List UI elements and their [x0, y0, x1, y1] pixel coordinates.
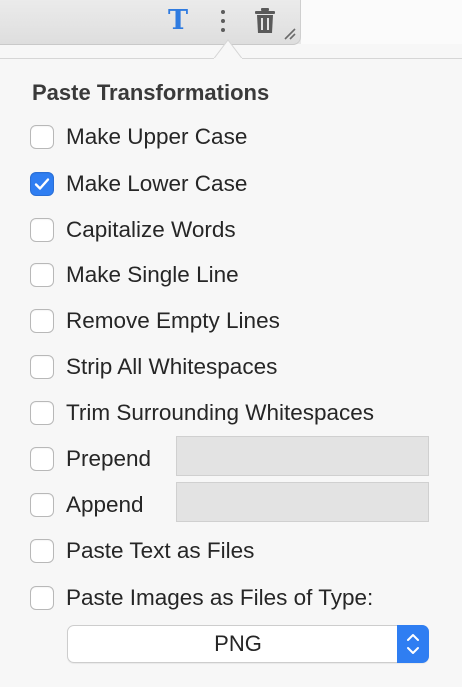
option-label: Make Lower Case: [66, 171, 248, 196]
option-remove-empty-lines[interactable]: Remove Empty Lines: [30, 306, 280, 336]
image-type-select[interactable]: PNG: [67, 625, 429, 663]
popover-arrow: [214, 39, 242, 60]
select-stepper[interactable]: [397, 625, 429, 663]
trash-icon[interactable]: [252, 7, 278, 35]
chevron-up-down-icon: [407, 634, 419, 654]
paste-text-as-files-checkbox[interactable]: [30, 539, 54, 563]
append-input[interactable]: [176, 482, 429, 522]
option-prepend[interactable]: Prepend: [30, 444, 151, 474]
option-label: Strip All Whitespaces: [66, 354, 278, 379]
append-checkbox[interactable]: [30, 493, 54, 517]
capitalize-words-checkbox[interactable]: [30, 218, 54, 242]
prepend-checkbox[interactable]: [30, 447, 54, 471]
option-strip-all-whitespaces[interactable]: Strip All Whitespaces: [30, 352, 277, 382]
option-trim-surrounding-whitespaces[interactable]: Trim Surrounding Whitespaces: [30, 398, 374, 428]
checkmark-icon: [34, 178, 50, 190]
option-make-single-line[interactable]: Make Single Line: [30, 260, 239, 290]
make-lower-case-checkbox[interactable]: [30, 172, 54, 196]
strip-all-whitespaces-checkbox[interactable]: [30, 355, 54, 379]
option-append[interactable]: Append: [30, 490, 144, 520]
option-capitalize-words[interactable]: Capitalize Words: [30, 215, 236, 245]
make-single-line-checkbox[interactable]: [30, 263, 54, 287]
section-title: Paste Transformations: [32, 80, 270, 105]
option-label: Make Single Line: [66, 262, 239, 287]
make-upper-case-checkbox[interactable]: [30, 125, 54, 149]
option-label: Paste Images as Files of Type:: [66, 585, 374, 610]
resize-grip-icon[interactable]: [283, 28, 297, 40]
option-label: Append: [66, 492, 144, 517]
option-paste-images-as-files[interactable]: Paste Images as Files of Type:: [30, 583, 373, 613]
text-format-icon[interactable]: T: [168, 6, 188, 36]
option-label: Trim Surrounding Whitespaces: [66, 400, 375, 425]
remove-empty-lines-checkbox[interactable]: [30, 309, 54, 333]
option-make-lower-case[interactable]: Make Lower Case: [30, 169, 247, 199]
option-label: Make Upper Case: [66, 124, 248, 149]
option-label: Paste Text as Files: [66, 538, 255, 563]
option-label: Prepend: [66, 446, 152, 471]
option-make-upper-case[interactable]: Make Upper Case: [30, 122, 247, 152]
option-label: Remove Empty Lines: [66, 308, 280, 333]
option-label: Capitalize Words: [66, 217, 236, 242]
image-type-value: PNG: [214, 631, 262, 656]
toolbar-segment: T: [0, 0, 301, 45]
window-background: [301, 0, 462, 44]
prepend-input[interactable]: [176, 436, 429, 476]
option-paste-text-as-files[interactable]: Paste Text as Files: [30, 536, 254, 566]
trim-surrounding-whitespaces-checkbox[interactable]: [30, 401, 54, 425]
more-vertical-icon[interactable]: [220, 10, 226, 34]
paste-images-as-files-checkbox[interactable]: [30, 586, 54, 610]
